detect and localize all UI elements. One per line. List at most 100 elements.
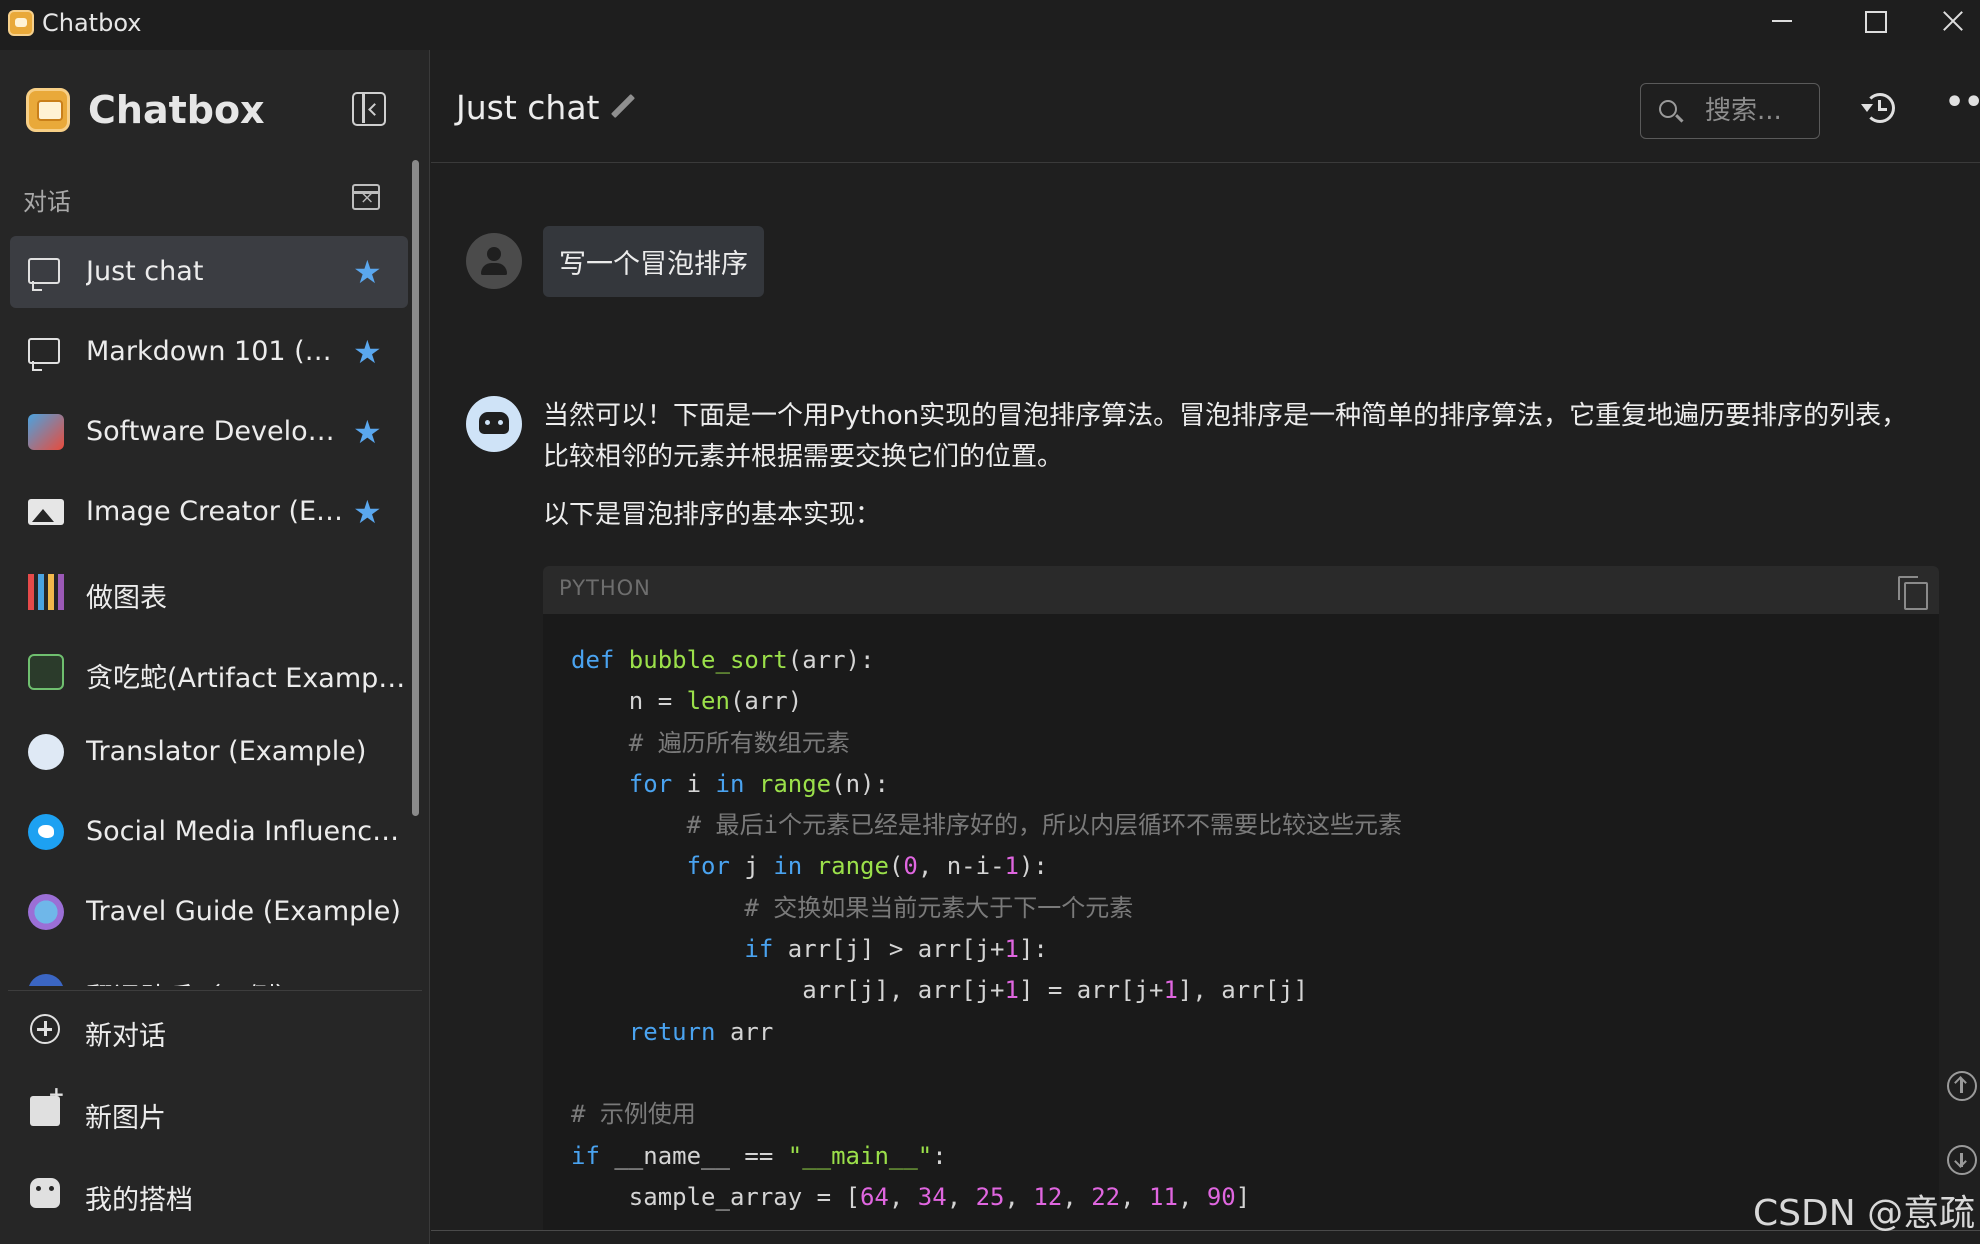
window-titlebar: Chatbox (0, 0, 1980, 50)
session-item[interactable]: Software Developer (Example)★ (10, 396, 408, 468)
history-icon-hand (1878, 100, 1887, 111)
new-chat-label: 新对话 (85, 1021, 166, 1052)
code-token: sample_array = [ (571, 1182, 860, 1211)
conversations-label: 对话 (23, 188, 71, 216)
session-label: Just chat (86, 256, 204, 287)
scroll-to-top-button[interactable] (1947, 1071, 1977, 1101)
developer-avatar-icon (28, 414, 64, 450)
code-token: def (571, 646, 629, 674)
code-token: , (888, 1182, 918, 1211)
translator-avatar-icon (28, 974, 64, 986)
my-partners-label: 我的搭档 (85, 1185, 193, 1216)
code-token: ] = arr[j+ (1018, 976, 1164, 1005)
clear-conversations-button[interactable] (352, 184, 380, 210)
session-item[interactable]: Translator (Example) (10, 716, 408, 788)
code-line: # 交换如果当前元素大于下一个元素 (571, 888, 1402, 929)
code-token: , (1062, 1182, 1092, 1211)
star-icon[interactable]: ★ (353, 414, 382, 450)
add-circle-icon (30, 1014, 60, 1044)
code-token: 1 (1004, 852, 1019, 881)
star-icon[interactable]: ★ (353, 494, 382, 530)
sidebar-scrollbar[interactable] (412, 160, 419, 816)
code-token: 25 (975, 1182, 1005, 1211)
code-token: ], arr[j] (1177, 976, 1308, 1005)
maximize-button[interactable] (1834, 0, 1914, 44)
code-token: # 遍历所有数组元素 (571, 728, 850, 757)
code-token: (arr) (729, 687, 803, 716)
input-area-edge (431, 1230, 1980, 1244)
assistant-avatar (466, 396, 522, 452)
collapse-sidebar-button[interactable] (352, 92, 386, 126)
session-item[interactable]: 翻译助手（示例） (10, 956, 408, 986)
assistant-message-paragraph-2: 以下是冒泡排序的基本实现： (543, 500, 882, 530)
scroll-to-bottom-button[interactable] (1947, 1145, 1977, 1175)
new-image-button[interactable]: 新图片 (10, 1080, 410, 1144)
star-icon[interactable]: ★ (353, 254, 382, 290)
code-block: PYTHON def bubble_sort(arr): n = len(arr… (543, 566, 1939, 1244)
minimize-button[interactable] (1740, 0, 1820, 44)
session-list: Just chat★Markdown 101 (Example)★Softwar… (10, 236, 408, 986)
search-input[interactable] (1705, 94, 1815, 128)
code-token: range (758, 769, 832, 798)
code-language-label: PYTHON (559, 576, 651, 600)
snake-game-avatar-icon (28, 654, 64, 690)
session-item[interactable]: Social Media Influencer (Example) (10, 796, 408, 868)
code-line: for i in range(n): (571, 764, 1402, 805)
code-block-header: PYTHON (543, 566, 1939, 614)
code-token: 22 (1091, 1182, 1121, 1211)
new-chat-button[interactable]: 新对话 (10, 998, 410, 1062)
session-label: Social Media Influencer (Example) (86, 816, 406, 847)
edit-title-pencil-icon[interactable] (609, 94, 637, 122)
code-content: def bubble_sort(arr): n = len(arr) # 遍历所… (571, 640, 1402, 1218)
search-icon (1659, 100, 1677, 118)
code-line: # 示例使用 (571, 1094, 1402, 1135)
search-box[interactable] (1640, 83, 1820, 139)
session-item[interactable]: 做图表 (10, 556, 408, 628)
more-options-icon[interactable]: ••• (1945, 88, 1980, 119)
history-button[interactable] (1861, 90, 1899, 128)
new-image-label: 新图片 (85, 1103, 166, 1134)
brand-name: Chatbox (88, 88, 265, 132)
code-token: n = (571, 687, 687, 716)
code-token: __name__ == (599, 1141, 788, 1170)
code-line: if arr[j] > arr[j+1]: (571, 929, 1402, 970)
code-token: 34 (917, 1182, 947, 1211)
code-token: , (1004, 1182, 1034, 1211)
session-item[interactable]: Travel Guide (Example) (10, 876, 408, 948)
session-label: Markdown 101 (Example) (86, 336, 346, 367)
session-label: Image Creator (Example) (86, 496, 346, 527)
my-partners-button[interactable]: 我的搭档 (10, 1162, 410, 1226)
code-token: arr[j] > arr[j+ (773, 935, 1005, 964)
image-icon (28, 499, 64, 525)
code-token: , (1120, 1182, 1150, 1211)
star-icon[interactable]: ★ (353, 334, 382, 370)
code-token: in (773, 852, 803, 881)
sidebar-divider (8, 990, 422, 991)
session-item[interactable]: Image Creator (Example)★ (10, 476, 408, 548)
code-line: return arr (571, 1012, 1402, 1053)
code-token: return (628, 1017, 716, 1046)
robot-icon (30, 1178, 60, 1208)
user-avatar (466, 233, 522, 289)
session-item[interactable]: Just chat ★ (10, 236, 408, 308)
close-window-button[interactable] (1924, 0, 1980, 44)
code-token: "__main__" (787, 1141, 933, 1170)
watermark: CSDN @意疏 (1753, 1193, 1976, 1234)
add-image-icon (30, 1082, 65, 1126)
chatbox-app: Chatbox Chatbox 对话 Just chat★Markdown 10… (0, 0, 1980, 1244)
code-token: if (744, 935, 774, 964)
code-token: arr[j], arr[j+ (571, 976, 1005, 1005)
code-token: , (1177, 1182, 1207, 1211)
session-label: Software Developer (Example) (86, 416, 346, 447)
code-token: 1 (1004, 976, 1019, 1005)
copy-code-icon[interactable] (1896, 574, 1928, 610)
session-item[interactable]: 贪吃蛇(Artifact Example) (10, 636, 408, 708)
window-title: Chatbox (42, 9, 142, 37)
code-token: j (729, 852, 774, 881)
code-line: sample_array = [64, 34, 25, 12, 22, 11, … (571, 1177, 1402, 1218)
session-item[interactable]: Markdown 101 (Example)★ (10, 316, 408, 388)
